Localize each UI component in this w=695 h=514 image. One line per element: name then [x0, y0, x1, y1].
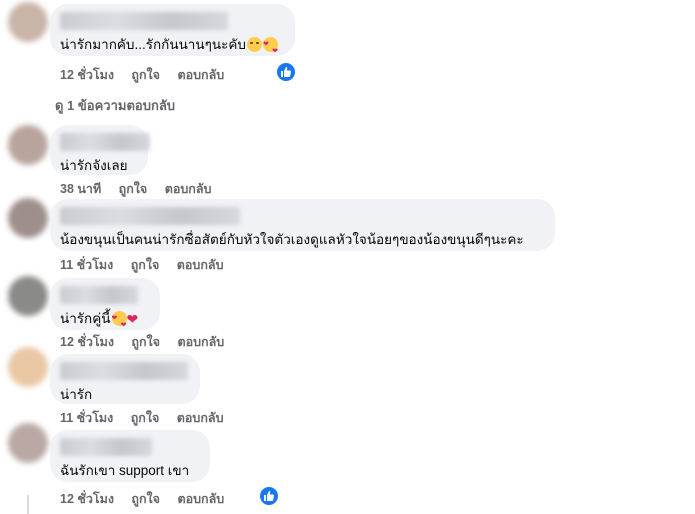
comment-text: น่ารัก	[60, 387, 93, 402]
comment-bubble: น่ารักคู่นี้❤	[50, 278, 160, 335]
comment-bubble: น่ารักมากคับ...รักกันนานๆนะคับ	[50, 4, 295, 61]
commenter-name[interactable]	[60, 12, 228, 30]
avatar[interactable]	[8, 125, 48, 165]
comment-meta: 12 ชั่วโมง ถูกใจ ตอบกลับ	[60, 65, 238, 85]
like-button[interactable]: ถูกใจ	[131, 255, 160, 275]
smile-emoji	[246, 37, 262, 52]
comment-bubble: น่ารัก	[50, 354, 200, 404]
avatar[interactable]	[8, 276, 48, 316]
comment-meta: 11 ชั่วโมง ถูกใจ ตอบกลับ	[60, 255, 238, 275]
reply-button[interactable]: ตอบกลับ	[177, 65, 224, 85]
comment-bubble: น้องขนุนเป็นคนน่ารักซื่อสัตย์กับหัวใจตัว…	[50, 199, 555, 251]
like-icon[interactable]	[275, 61, 297, 83]
like-button[interactable]: ถูกใจ	[131, 65, 160, 85]
comment-time[interactable]: 11 ชั่วโมง	[60, 255, 113, 275]
comment-text: น้องขนุนเป็นคนน่ารักซื่อสัตย์กับหัวใจตัว…	[60, 232, 524, 247]
comment-text: ฉันรักเขา support เขา	[60, 463, 190, 478]
avatar[interactable]	[8, 2, 48, 42]
comment-text: น่ารักจังเลย	[60, 158, 128, 173]
commenter-name[interactable]	[60, 207, 240, 225]
reply-button[interactable]: ตอบกลับ	[177, 255, 224, 275]
heart-face-emoji	[111, 310, 127, 335]
comment-time[interactable]: 12 ชั่วโมง	[60, 332, 114, 352]
like-icon[interactable]	[258, 485, 280, 507]
comment-meta: 38 นาที ถูกใจ ตอบกลับ	[60, 179, 225, 199]
like-button[interactable]: ถูกใจ	[131, 408, 160, 428]
like-button[interactable]: ถูกใจ	[131, 332, 160, 352]
reply-button[interactable]: ตอบกลับ	[177, 408, 224, 428]
comment-time[interactable]: 12 ชั่วโมง	[60, 65, 114, 85]
comment-time[interactable]: 11 ชั่วโมง	[60, 408, 113, 428]
commenter-name[interactable]	[60, 286, 138, 304]
comment-time[interactable]: 12 ชั่วโมง	[60, 489, 114, 509]
commenter-name[interactable]	[60, 438, 152, 456]
comment-meta: 12 ชั่วโมง ถูกใจ ตอบกลับ	[60, 332, 238, 352]
like-button[interactable]: ถูกใจ	[119, 179, 148, 199]
red-heart-emoji: ❤	[126, 311, 139, 327]
comment-bubble: น่ารักจังเลย	[50, 125, 150, 175]
comment-bubble: ฉันรักเขา support เขา	[50, 430, 210, 482]
avatar[interactable]	[8, 423, 48, 463]
comment-meta: 11 ชั่วโมง ถูกใจ ตอบกลับ	[60, 408, 238, 428]
heart-face-emoji	[262, 36, 278, 61]
comment-text: น่ารักมากคับ...รักกันนานๆนะคับ	[60, 36, 283, 61]
thread-line	[27, 495, 29, 514]
view-replies-link[interactable]: ดู 1 ข้อความตอบกลับ	[55, 95, 175, 116]
reply-button[interactable]: ตอบกลับ	[177, 489, 224, 509]
avatar[interactable]	[8, 198, 48, 238]
commenter-name[interactable]	[60, 133, 150, 151]
comment-time[interactable]: 38 นาที	[60, 179, 101, 199]
reply-button[interactable]: ตอบกลับ	[165, 179, 212, 199]
commenter-name[interactable]	[60, 362, 188, 380]
avatar[interactable]	[8, 347, 48, 387]
comment-meta: 12 ชั่วโมง ถูกใจ ตอบกลับ	[60, 489, 238, 509]
like-button[interactable]: ถูกใจ	[131, 489, 160, 509]
reply-button[interactable]: ตอบกลับ	[177, 332, 224, 352]
comment-text: น่ารักคู่นี้❤	[60, 310, 148, 335]
